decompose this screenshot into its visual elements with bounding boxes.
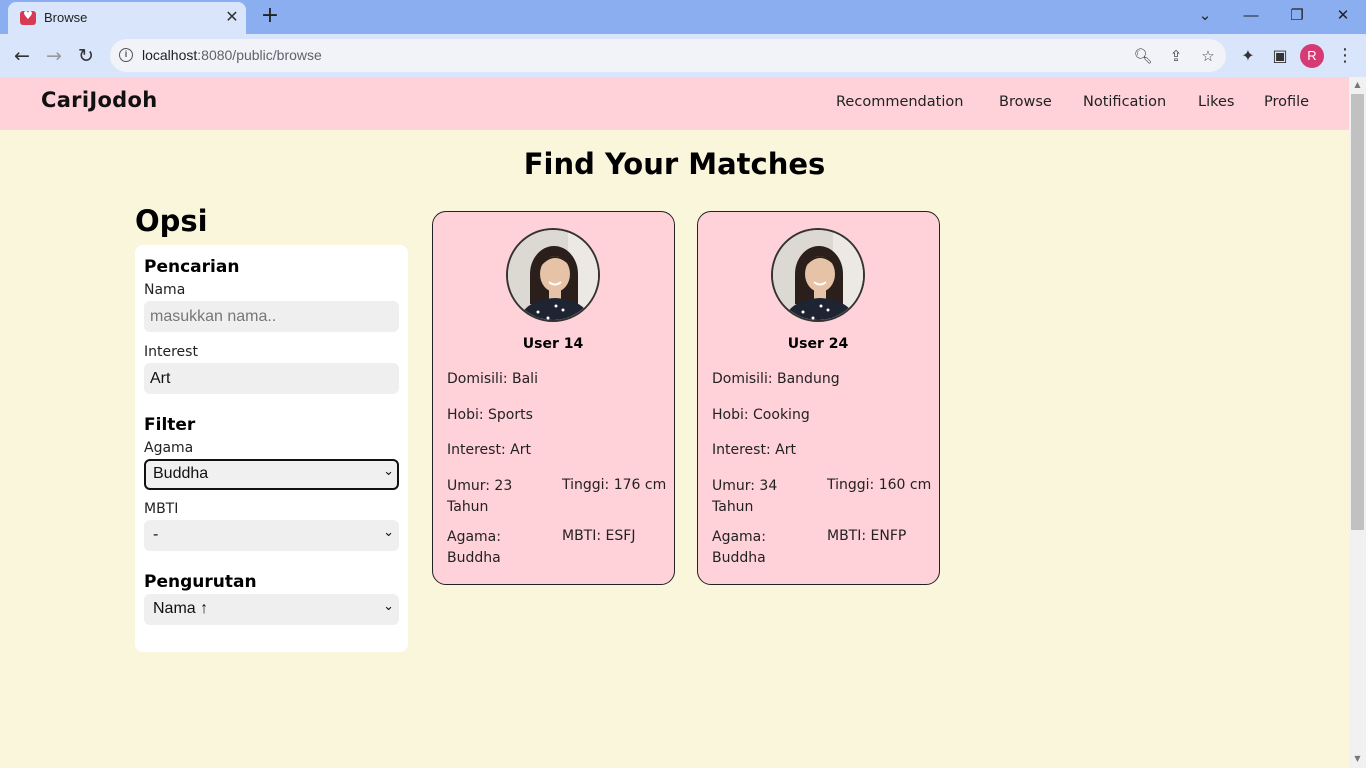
- side-panel-icon[interactable]: ▣: [1267, 43, 1293, 69]
- forward-icon[interactable]: →: [41, 43, 67, 69]
- profile-photo: [771, 228, 865, 322]
- address-bar[interactable]: i localhost:8080/public/browse 🔍︎ ⇪ ☆: [110, 39, 1226, 72]
- name-search-input[interactable]: [144, 301, 399, 332]
- options-title: Opsi: [135, 204, 208, 238]
- favicon-heart-icon: [20, 9, 36, 25]
- user-agama: Agama: Buddha: [712, 529, 766, 566]
- agama-select[interactable]: Buddha ⌄: [144, 459, 399, 490]
- options-panel: Pencarian Nama Interest Filter Agama Bud…: [135, 245, 408, 652]
- browser-tab-strip: Browse ✕ + ⌄ — ❐ ✕: [0, 0, 1366, 34]
- scroll-up-icon[interactable]: ▲: [1352, 80, 1363, 90]
- nav-recommendation[interactable]: Recommendation: [836, 94, 963, 110]
- name-label: Nama: [144, 282, 186, 298]
- interest-input[interactable]: [144, 363, 399, 394]
- sort-section-title: Pengurutan: [144, 572, 257, 592]
- user-umur: Umur: 23 Tahun: [447, 478, 513, 515]
- user-name: User 24: [787, 336, 849, 352]
- page-title: Find Your Matches: [523, 147, 826, 181]
- profile-photo: [506, 228, 600, 322]
- user-hobi: Hobi: Sports: [447, 407, 533, 423]
- nav-notification[interactable]: Notification: [1083, 94, 1166, 110]
- user-name: User 14: [522, 336, 584, 352]
- restore-icon[interactable]: ❐: [1284, 4, 1310, 28]
- nav-profile[interactable]: Profile: [1264, 94, 1309, 110]
- site-navbar: CariJodoh Recommendation Browse Notifica…: [0, 77, 1349, 130]
- url-text[interactable]: localhost:8080/public/browse: [142, 47, 322, 63]
- user-interest: Interest: Art: [712, 442, 796, 458]
- user-interest: Interest: Art: [447, 442, 531, 458]
- user-agama: Agama: Buddha: [447, 529, 501, 566]
- user-card[interactable]: User 14 Domisili: Bali Hobi: Sports Inte…: [432, 211, 675, 585]
- scroll-thumb[interactable]: [1351, 94, 1364, 530]
- agama-selected-value: Buddha: [153, 465, 209, 482]
- user-umur: Umur: 34 Tahun: [712, 478, 778, 515]
- browser-tab[interactable]: Browse ✕: [8, 2, 246, 34]
- bookmark-star-icon[interactable]: ☆: [1197, 45, 1219, 67]
- mbti-select[interactable]: - ⌄: [144, 520, 399, 551]
- sort-selected-value: Nama ↑: [153, 600, 209, 617]
- scroll-down-icon[interactable]: ▼: [1352, 754, 1363, 764]
- share-icon[interactable]: ⇪: [1165, 45, 1187, 67]
- user-hobi: Hobi: Cooking: [712, 407, 810, 423]
- site-info-icon[interactable]: i: [119, 48, 133, 62]
- user-tinggi: Tinggi: 176 cm: [562, 477, 667, 493]
- tab-search-chevron-icon[interactable]: ⌄: [1192, 4, 1218, 28]
- profile-avatar[interactable]: R: [1300, 44, 1324, 68]
- agama-label: Agama: [144, 440, 194, 456]
- chevron-down-icon: ⌄: [383, 598, 394, 613]
- page-scrollbar[interactable]: ▲ ▼: [1349, 77, 1366, 768]
- chevron-down-icon: ⌄: [383, 463, 394, 478]
- user-card[interactable]: User 24 Domisili: Bandung Hobi: Cooking …: [697, 211, 940, 585]
- minimize-icon[interactable]: —: [1238, 4, 1264, 28]
- interest-label: Interest: [144, 344, 198, 360]
- sort-select[interactable]: Nama ↑ ⌄: [144, 594, 399, 625]
- close-window-icon[interactable]: ✕: [1330, 4, 1356, 28]
- mbti-label: MBTI: [144, 501, 179, 517]
- back-icon[interactable]: ←: [9, 43, 35, 69]
- close-tab-icon[interactable]: ✕: [222, 7, 242, 27]
- search-section-title: Pencarian: [144, 257, 240, 277]
- user-domisili: Domisili: Bali: [447, 371, 538, 387]
- tab-title: Browse: [44, 10, 88, 25]
- user-mbti: MBTI: ESFJ: [562, 528, 636, 544]
- browser-menu-icon[interactable]: ⋮: [1334, 43, 1356, 69]
- new-tab-icon[interactable]: +: [258, 5, 282, 29]
- nav-browse[interactable]: Browse: [999, 94, 1052, 110]
- nav-likes[interactable]: Likes: [1198, 94, 1234, 110]
- chevron-down-icon: ⌄: [383, 524, 394, 539]
- zoom-icon[interactable]: 🔍︎: [1132, 45, 1154, 67]
- extensions-icon[interactable]: ✦: [1235, 43, 1261, 69]
- mbti-selected-value: -: [153, 526, 159, 543]
- browser-toolbar: ← → ↻ i localhost:8080/public/browse 🔍︎ …: [0, 34, 1366, 77]
- site-logo[interactable]: CariJodoh: [41, 88, 158, 112]
- user-mbti: MBTI: ENFP: [827, 528, 907, 544]
- reload-icon[interactable]: ↻: [73, 43, 99, 69]
- filter-section-title: Filter: [144, 415, 196, 435]
- user-tinggi: Tinggi: 160 cm: [827, 477, 932, 493]
- user-domisili: Domisili: Bandung: [712, 371, 840, 387]
